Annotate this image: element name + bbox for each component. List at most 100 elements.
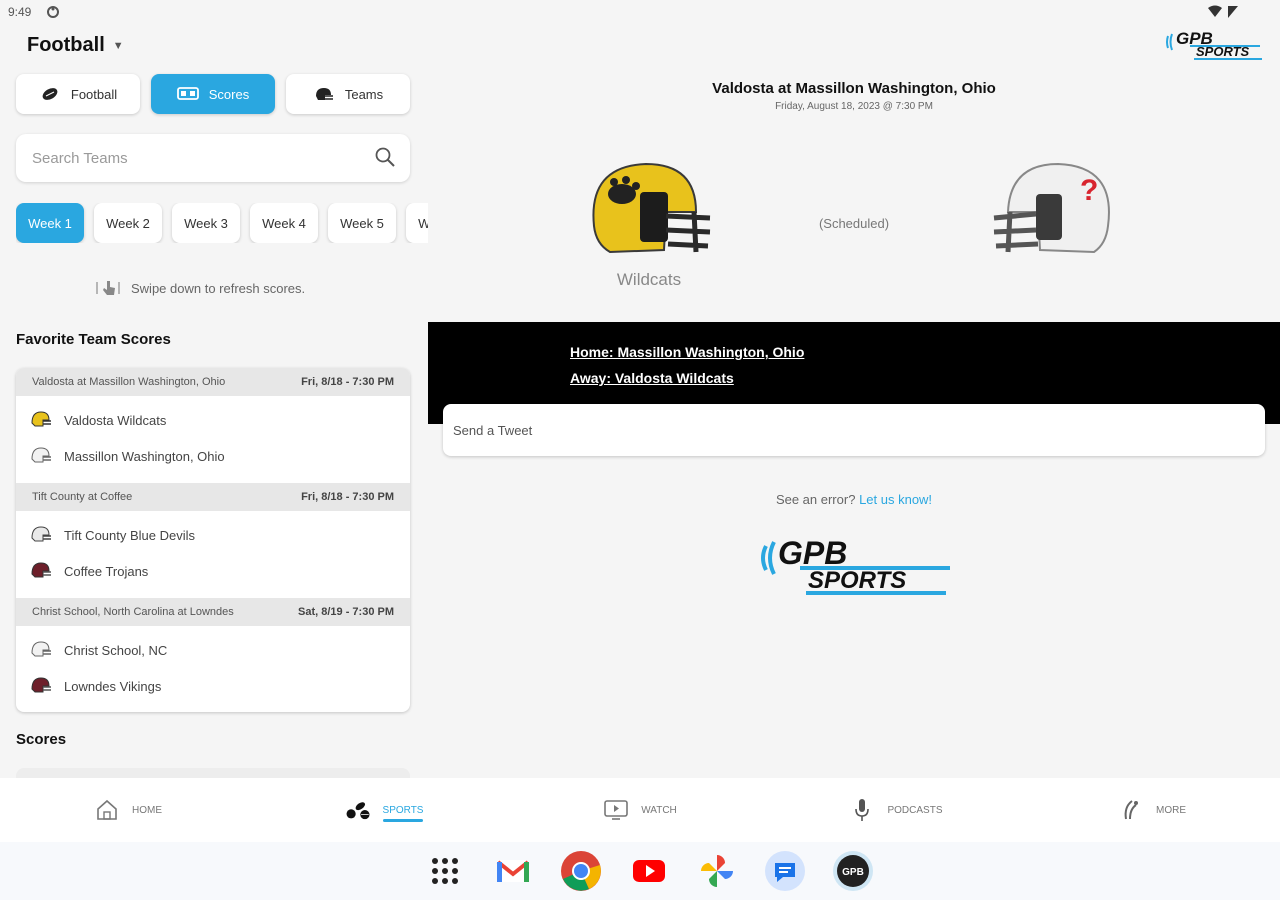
game-matchup: Tift County at Coffee [32, 491, 133, 503]
search-placeholder: Search Teams [32, 150, 128, 167]
status-time: 9:49 [8, 5, 32, 19]
gpb-app-icon: GPB [833, 851, 873, 891]
helmet-icon [315, 88, 333, 100]
nav-podcasts[interactable]: PODCASTS [768, 778, 1024, 842]
week-chip[interactable]: Week 1 [16, 203, 84, 243]
favorites-title: Favorite Team Scores [16, 331, 171, 348]
gpb-app-label: GPB [842, 867, 864, 878]
photos-app[interactable] [694, 848, 740, 894]
nav-label: PODCASTS [887, 804, 943, 816]
nav-home[interactable]: HOME [0, 778, 256, 842]
game-header: Tift County at Coffee Fri, 8/18 - 7:30 P… [16, 483, 410, 511]
week-chip[interactable]: Week 2 [94, 203, 162, 243]
chrome-app[interactable] [558, 848, 604, 894]
tv-play-icon [604, 800, 629, 820]
week-chip[interactable]: Week 4 [250, 203, 318, 243]
team-name: Tift County Blue Devils [64, 527, 196, 543]
system-dock: GPB [0, 842, 1280, 900]
match-title: Valdosta at Massillon Washington, Ohio [712, 80, 996, 97]
white-helmet-icon: ? [993, 162, 1110, 254]
nav-label: SPORTS [382, 804, 424, 822]
home-team-link[interactable]: Home: Massillon Washington, Ohio [570, 344, 804, 360]
away-team-link[interactable]: Away: Valdosta Wildcats [570, 370, 734, 386]
team-name: Lowndes Vikings [64, 678, 162, 694]
game-datetime: Fri, 8/18 - 7:30 PM [301, 376, 394, 388]
nav-label: MORE [1156, 804, 1186, 816]
week-chip[interactable]: Week 5 [328, 203, 396, 243]
game-item[interactable]: Tift County at Coffee Fri, 8/18 - 7:30 P… [16, 483, 410, 598]
gmail-app[interactable] [490, 848, 536, 894]
sync-icon [47, 6, 59, 18]
sport-selector[interactable]: Football ▼ [27, 34, 124, 57]
more-icon [1124, 800, 1138, 820]
team-row: Christ School, NC [16, 632, 410, 668]
search-input[interactable]: Search Teams [16, 134, 410, 182]
tab-label: Teams [344, 86, 384, 102]
app-grid-icon [432, 858, 458, 884]
maroon-helmet-icon [31, 562, 51, 578]
scores-pane: Football ▼ Football Scores Teams Search … [0, 26, 428, 778]
chrome-icon [561, 851, 601, 891]
youtube-app[interactable] [626, 848, 672, 894]
error-report: See an error? Let us know! [428, 492, 1280, 507]
tweet-input[interactable]: Send a Tweet [443, 404, 1265, 456]
report-error-link[interactable]: Let us know! [859, 492, 932, 507]
white-helmet-icon [31, 526, 51, 542]
gmail-icon [496, 860, 530, 882]
tab-label: Football [70, 86, 118, 102]
question-mark-icon: ? [1080, 174, 1098, 207]
scores-title: Scores [16, 731, 67, 748]
week-chip[interactable]: Week 3 [172, 203, 240, 243]
tab-label: Scores [208, 86, 250, 102]
nav-label: WATCH [641, 804, 677, 816]
week-selector: Week 1 Week 2 Week 3 Week 4 Week 5 Week … [16, 203, 428, 243]
bottom-navigation: HOME SPORTS WATCH PODCASTS MORE [0, 778, 1280, 842]
nav-more[interactable]: MORE [1024, 778, 1280, 842]
white-helmet-icon [31, 447, 51, 463]
sport-name: Football [27, 34, 105, 56]
swipe-hand-icon [96, 281, 120, 295]
game-status: (Scheduled) [818, 216, 890, 231]
messages-icon [765, 851, 805, 891]
tab-scores[interactable]: Scores [151, 74, 275, 114]
app-drawer-button[interactable] [422, 848, 468, 894]
team-row: Lowndes Vikings [16, 668, 410, 704]
logo-line1: GPB [778, 535, 847, 571]
team-name: Valdosta Wildcats [64, 412, 167, 428]
search-icon[interactable] [374, 146, 396, 168]
status-bar: 9:49 [0, 0, 1280, 26]
tab-football[interactable]: Football [16, 74, 140, 114]
chevron-down-icon: ▼ [112, 39, 124, 52]
game-item[interactable]: Valdosta at Massillon Washington, Ohio F… [16, 368, 410, 483]
football-icon [42, 88, 58, 100]
refresh-hint-text: Swipe down to refresh scores. [131, 280, 306, 296]
sports-balls-icon [346, 802, 370, 820]
scores-list-peek [16, 768, 410, 778]
messages-app[interactable] [762, 848, 808, 894]
week-chip[interactable]: Week 6 [406, 203, 428, 243]
photos-pinwheel-icon [701, 855, 733, 887]
team-name: Christ School, NC [64, 642, 168, 658]
game-item[interactable]: Christ School, North Carolina at Lowndes… [16, 598, 410, 712]
tab-teams[interactable]: Teams [286, 74, 410, 114]
tweet-placeholder: Send a Tweet [453, 423, 533, 438]
team-row: Tift County Blue Devils [16, 517, 410, 553]
error-text: See an error? [775, 492, 856, 507]
game-matchup: Valdosta at Massillon Washington, Ohio [32, 376, 226, 388]
game-matchup: Christ School, North Carolina at Lowndes [32, 606, 234, 618]
gpb-sports-logo: GPB SPORTS [1166, 29, 1262, 60]
game-header: Christ School, North Carolina at Lowndes… [16, 598, 410, 626]
logo-line2: SPORTS [808, 567, 906, 594]
game-datetime: Sat, 8/19 - 7:30 PM [298, 606, 394, 618]
gold-helmet-icon [592, 162, 711, 254]
match-date: Friday, August 18, 2023 @ 7:30 PM [775, 101, 933, 112]
section-tabs: Football Scores Teams [16, 74, 410, 114]
refresh-hint: Swipe down to refresh scores. [95, 278, 305, 298]
gpb-app[interactable]: GPB [830, 848, 876, 894]
nav-watch[interactable]: WATCH [512, 778, 768, 842]
nav-sports[interactable]: SPORTS [256, 778, 512, 842]
gpb-sports-logo-large: GPB SPORTS [761, 535, 950, 595]
wifi-battery-icon [1208, 5, 1238, 18]
home-icon [97, 799, 117, 820]
team-name: Coffee Trojans [64, 563, 149, 579]
